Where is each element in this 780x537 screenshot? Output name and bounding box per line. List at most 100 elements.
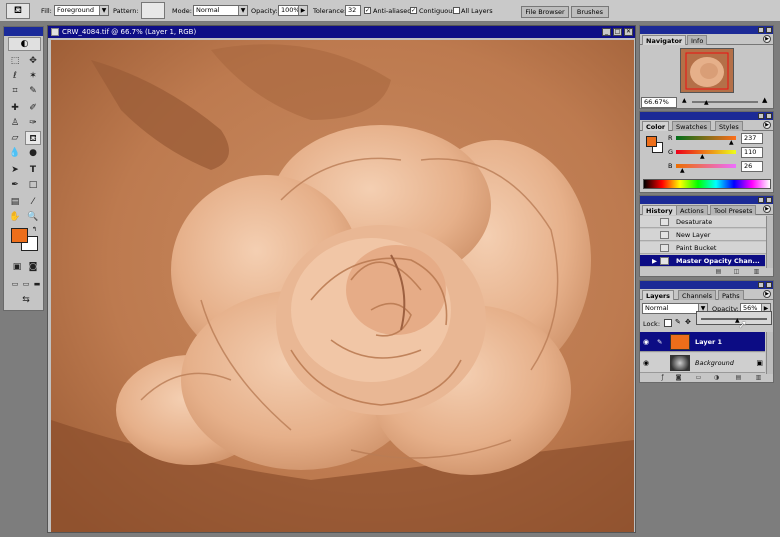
eyedropper-tool-icon[interactable]: ⁄ [25,195,41,209]
zoom-slider[interactable] [692,101,758,103]
quick-mask-mode-icon[interactable]: ◙ [25,260,41,274]
file-browser-tab[interactable]: File Browser [521,6,569,18]
anti-aliased-checkbox[interactable]: ✓ [364,7,371,14]
fill-select[interactable]: Foreground ▼ [54,5,109,16]
new-document-icon[interactable]: ▤ [714,268,723,276]
dodge-tool-icon[interactable]: ● [25,146,41,160]
layers-title-bar[interactable] [640,281,773,289]
eye-icon[interactable]: ◉ [643,338,651,346]
path-selection-tool-icon[interactable]: ➤ [7,163,23,177]
layers-scrollbar[interactable] [766,332,773,374]
tab-actions[interactable]: Actions [676,205,708,215]
minimize-icon[interactable] [758,27,764,33]
palette-menu-icon[interactable]: ▶ [763,205,771,213]
shape-tool-icon[interactable]: □ [25,178,41,192]
layer-style-icon[interactable]: ƒ [658,374,667,382]
healing-brush-tool-icon[interactable]: ✚ [7,101,23,115]
eye-icon[interactable]: ◉ [643,359,651,367]
palette-menu-icon[interactable]: ▶ [763,35,771,43]
trash-icon[interactable]: ▥ [754,374,763,382]
brush-tool-icon[interactable]: ✐ [25,101,41,115]
standard-mode-icon[interactable]: ▣ [9,260,25,274]
zoom-tool-icon[interactable]: 🔍 [25,210,41,224]
screen-mode-full-icon[interactable]: ▬ [29,277,45,291]
color-ramp[interactable] [643,179,771,189]
close-icon[interactable] [766,282,772,288]
g-field[interactable]: 110 [741,147,763,158]
history-item-current[interactable]: ▶ Master Opacity Chan... [640,255,765,267]
tolerance-field[interactable]: 32 [345,5,361,16]
paint-bucket-tool-icon[interactable]: ⛾ [25,131,41,145]
maximize-icon[interactable]: □ [613,28,622,36]
palette-menu-icon[interactable]: ▶ [763,290,771,298]
notes-tool-icon[interactable]: ▤ [7,195,23,209]
close-icon[interactable] [766,197,772,203]
image-canvas[interactable] [51,40,634,532]
brushes-tab[interactable]: Brushes [571,6,609,18]
g-slider-handle[interactable]: ▲ [700,153,705,160]
navigator-title-bar[interactable] [640,26,773,34]
history-title-bar[interactable] [640,196,773,204]
minimize-icon[interactable] [758,197,764,203]
layer-row-layer-1[interactable]: ◉ ✎ Layer 1 [640,332,765,352]
crop-tool-icon[interactable]: ⌗ [7,84,23,98]
tab-swatches[interactable]: Swatches [672,121,712,131]
lock-move-icon[interactable]: ✥ [685,318,691,326]
marquee-tool-icon[interactable]: ⬚ [7,54,23,68]
new-set-icon[interactable]: ▭ [694,374,703,382]
opacity-popup-slider[interactable]: ▲ [696,311,772,325]
b-slider-handle[interactable]: ▲ [680,167,685,174]
b-field[interactable]: 26 [741,161,763,172]
tab-channels[interactable]: Channels [678,290,717,300]
clone-stamp-tool-icon[interactable]: ♙ [7,116,23,130]
opacity-field[interactable]: 100% ▶ [278,5,308,16]
tab-tool-presets[interactable]: Tool Presets [710,205,757,215]
palette-menu-icon[interactable]: ▶ [763,121,771,129]
history-brush-tool-icon[interactable]: ✑ [25,116,41,130]
r-field[interactable]: 237 [741,133,763,144]
history-item[interactable]: Paint Bucket [640,242,773,254]
close-icon[interactable] [766,113,772,119]
jump-to-imageready-icon[interactable]: ⇆ [16,293,36,307]
g-slider[interactable] [676,150,736,154]
adjustment-layer-icon[interactable]: ◑ [712,374,721,382]
r-slider-handle[interactable]: ▲ [729,139,734,146]
history-item[interactable]: Desaturate [640,216,773,228]
foreground-color-swatch[interactable] [11,228,28,243]
color-foreground-swatch[interactable] [646,136,657,147]
new-layer-icon[interactable]: ▤ [734,374,743,382]
layer-mask-icon[interactable]: ◙ [674,374,683,382]
mode-select[interactable]: Normal ▼ [193,5,248,16]
trash-icon[interactable]: ▥ [752,268,761,276]
tab-styles[interactable]: Styles [715,121,743,131]
tab-info[interactable]: Info [687,35,708,45]
navigator-thumbnail[interactable] [680,48,734,93]
pattern-picker[interactable] [141,2,165,19]
lock-transparency-icon[interactable] [664,319,672,327]
lock-brush-icon[interactable]: ✎ [675,318,681,326]
zoom-field[interactable]: 66.67% [641,97,677,108]
history-item[interactable]: New Layer [640,229,773,241]
paint-bucket-preset-icon[interactable]: ⛾ [6,3,30,19]
all-layers-checkbox[interactable] [453,7,460,14]
tab-navigator[interactable]: Navigator [642,35,687,45]
r-slider[interactable] [676,136,736,140]
tab-history[interactable]: History [642,205,677,215]
history-scrollbar[interactable] [766,216,773,268]
zoom-slider-handle[interactable]: ▲ [704,99,709,106]
new-snapshot-icon[interactable]: ◫ [732,268,741,276]
b-slider[interactable] [676,164,736,168]
tab-color[interactable]: Color [642,121,670,131]
type-tool-icon[interactable]: T [25,163,41,177]
close-icon[interactable] [766,27,772,33]
minimize-icon[interactable] [758,282,764,288]
tab-layers[interactable]: Layers [642,290,675,300]
color-title-bar[interactable] [640,112,773,120]
layer-row-background[interactable]: ◉ Background ▣ [640,353,765,373]
lasso-tool-icon[interactable]: ℓ [7,69,23,83]
minimize-icon[interactable] [758,113,764,119]
move-tool-icon[interactable]: ✥ [25,54,41,68]
hand-tool-icon[interactable]: ✋ [7,210,23,224]
swap-colors-icon[interactable]: ↰ [32,226,37,233]
tab-paths[interactable]: Paths [718,290,744,300]
